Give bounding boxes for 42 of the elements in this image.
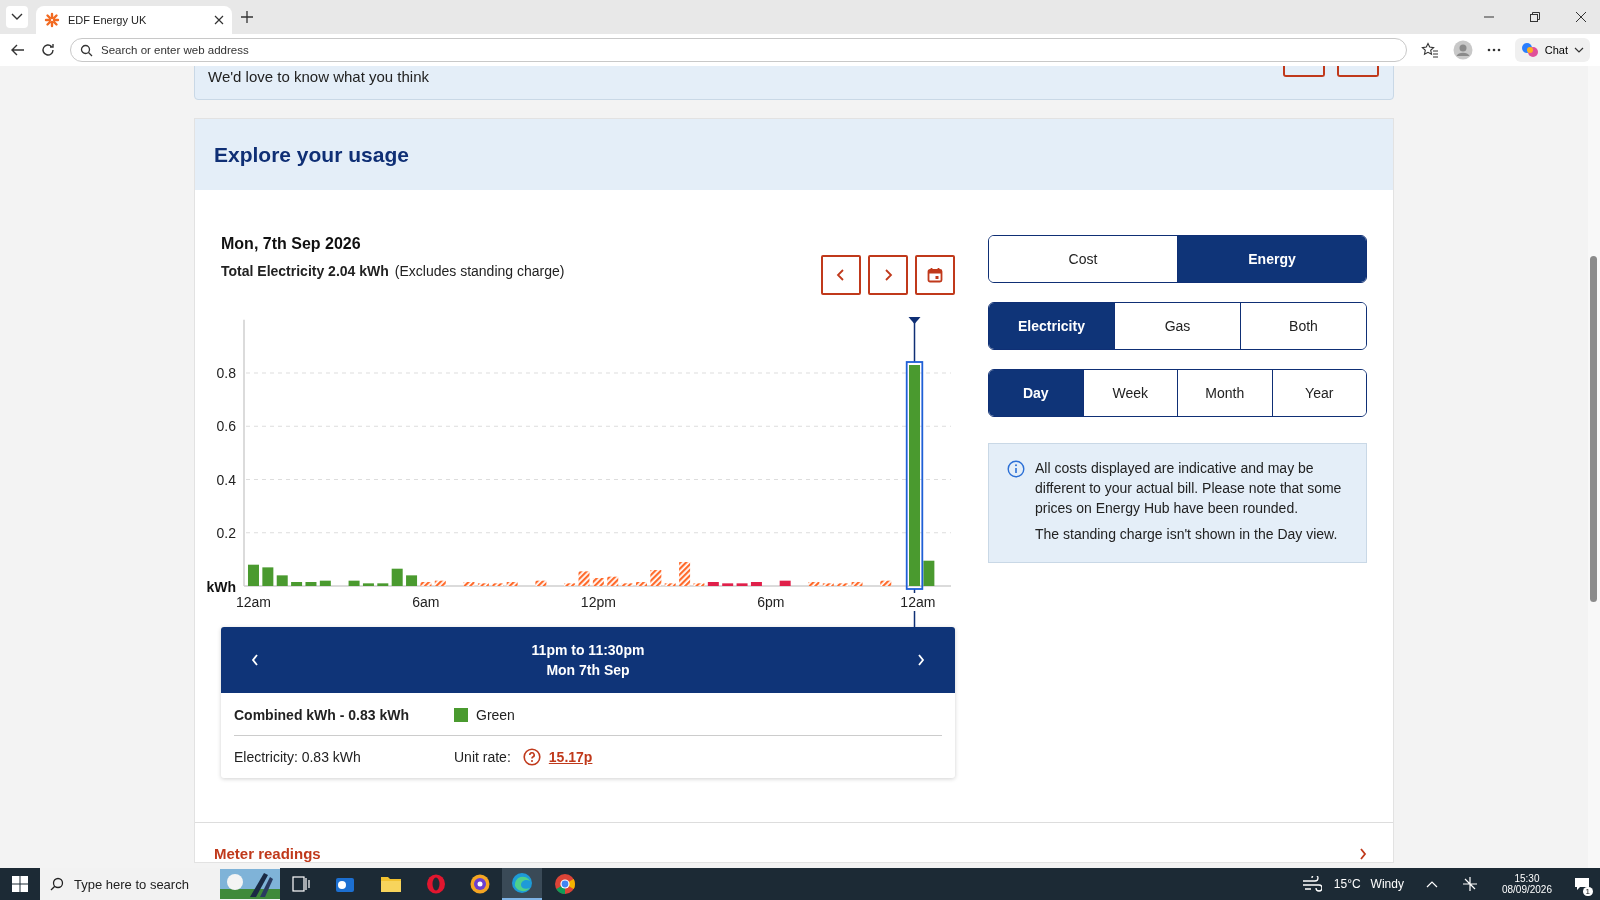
weather-label: Windy <box>1370 877 1404 891</box>
info-text: The standing charge isn't shown in the Day view. <box>1035 525 1339 544</box>
legend-label: Green <box>476 707 515 723</box>
notification-button[interactable]: 1 <box>1564 868 1600 900</box>
taskbar-search[interactable]: Type here to search <box>40 868 280 900</box>
time-range: 11pm to 11:30pm <box>531 642 645 658</box>
x-tick-label: 6am <box>412 594 440 610</box>
x-tick-label: 6pm <box>757 594 785 610</box>
period-tab[interactable]: Day <box>989 370 1083 416</box>
info-text: All costs displayed are indicative and may be different to your actual bill. Please note that some prices on Energy Hub have been rounded. <box>1035 459 1343 518</box>
total-note: (Excludes standing charge) <box>394 263 565 279</box>
notification-count: 1 <box>1582 887 1593 896</box>
fuel-tab[interactable]: Both <box>1240 303 1366 349</box>
chat-button[interactable]: Chat <box>1514 38 1590 62</box>
clock-time: 15:30 <box>1514 873 1540 884</box>
y-tick-label: 0.2 <box>216 524 236 541</box>
measure-tab[interactable]: Energy <box>1177 236 1366 282</box>
combined-usage: Combined kWh - 0.83 kWh <box>234 707 410 723</box>
y-tick-label: 0.8 <box>216 365 236 381</box>
address-field[interactable]: Search or enter web address <box>70 38 1407 62</box>
electricity-usage: Electricity: 0.83 kWh <box>234 749 362 765</box>
day-label: Mon 7th Sep <box>546 662 630 678</box>
period-tab[interactable]: Year <box>1271 370 1366 416</box>
meter-readings-link[interactable]: Meter readings <box>214 845 321 862</box>
x-tick-label: 12pm <box>580 594 616 610</box>
feedback-text: We'd love to know what you think <box>208 68 430 85</box>
unit-rate-label: Unit rate: <box>454 749 511 765</box>
clock-date: 08/09/2026 <box>1501 884 1552 895</box>
date-heading: Mon, 7th Sep 2026 <box>221 235 362 253</box>
total-label: Total Electricity 2.04 kWh <box>221 263 389 279</box>
search-placeholder: Type here to search <box>74 876 190 892</box>
y-tick-label: 0.6 <box>216 418 236 435</box>
section-title: Explore your usage <box>214 142 409 167</box>
tab-title: EDF Energy UK <box>68 14 148 26</box>
x-tick-label: 12am <box>900 594 936 610</box>
unit-rate-link[interactable]: 15.17p <box>548 749 593 765</box>
x-tick-label: 12am <box>235 594 271 610</box>
y-axis-label: kWh <box>206 579 236 595</box>
temperature: 15°C <box>1333 877 1361 891</box>
browser-tab[interactable]: EDF Energy UK <box>36 6 232 34</box>
fuel-tab[interactable]: Electricity <box>989 303 1114 349</box>
y-tick-label: 0.4 <box>216 471 236 488</box>
